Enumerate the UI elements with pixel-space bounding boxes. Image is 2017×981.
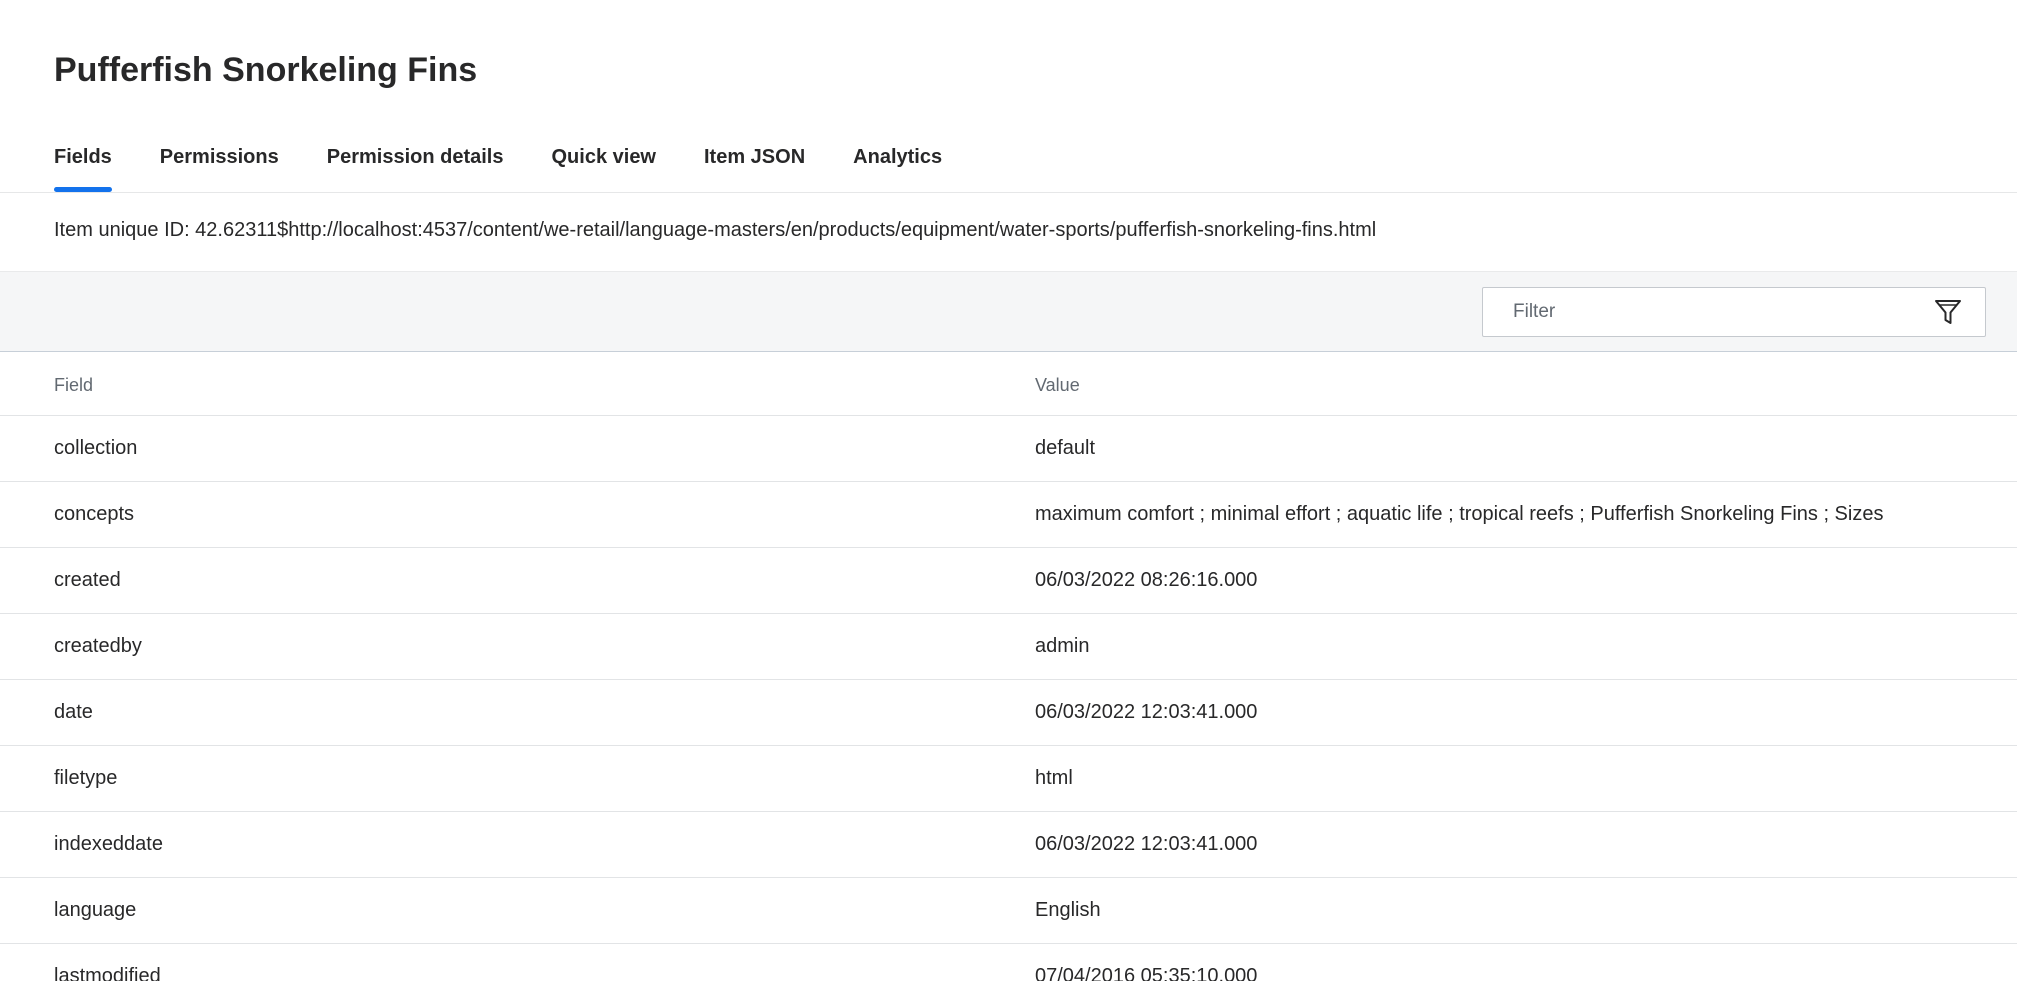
filter-box — [1482, 287, 1986, 337]
tab-item-json[interactable]: Item JSON — [704, 142, 805, 192]
field-name-cell: date — [0, 679, 1035, 746]
field-value-cell: html — [1035, 745, 2017, 812]
table-row: lastmodified 07/04/2016 05:35:10.000 — [0, 943, 2017, 981]
table-row: created 06/03/2022 08:26:16.000 — [0, 547, 2017, 614]
field-value-cell: 07/04/2016 05:35:10.000 — [1035, 943, 2017, 981]
field-name-cell: concepts — [0, 481, 1035, 548]
fields-table: Field Value collection default concepts … — [0, 352, 2017, 981]
field-value-cell: 06/03/2022 08:26:16.000 — [1035, 547, 2017, 614]
field-name-cell: lastmodified — [0, 943, 1035, 981]
tab-fields[interactable]: Fields — [54, 142, 112, 192]
page-title: Pufferfish Snorkeling Fins — [54, 51, 478, 89]
field-value-cell: English — [1035, 877, 2017, 944]
column-header-field[interactable]: Field — [0, 352, 1035, 416]
tab-permission-details[interactable]: Permission details — [327, 142, 504, 192]
field-value-cell: 06/03/2022 12:03:41.000 — [1035, 679, 2017, 746]
field-value-cell: maximum comfort ; minimal effort ; aquat… — [1035, 481, 2017, 548]
field-name-cell: createdby — [0, 613, 1035, 680]
tab-analytics[interactable]: Analytics — [853, 142, 942, 192]
field-value-cell: 06/03/2022 12:03:41.000 — [1035, 811, 2017, 878]
filter-input[interactable] — [1483, 288, 1925, 336]
table-row: indexeddate 06/03/2022 12:03:41.000 — [0, 811, 2017, 878]
page-header: Pufferfish Snorkeling Fins Fields Permis… — [0, 0, 2017, 192]
table-row: createdby admin — [0, 613, 2017, 680]
tab-bar: Fields Permissions Permission details Qu… — [54, 142, 1963, 192]
field-value-cell: default — [1035, 415, 2017, 482]
field-name-cell: filetype — [0, 745, 1035, 812]
table-row: filetype html — [0, 745, 2017, 812]
funnel-icon[interactable] — [1925, 289, 1971, 335]
table-row: concepts maximum comfort ; minimal effor… — [0, 481, 2017, 548]
field-value-cell: admin — [1035, 613, 2017, 680]
field-name-cell: collection — [0, 415, 1035, 482]
field-name-cell: created — [0, 547, 1035, 614]
table-row: collection default — [0, 415, 2017, 482]
table-toolbar — [0, 271, 2017, 352]
field-name-cell: indexeddate — [0, 811, 1035, 878]
column-header-value[interactable]: Value — [1035, 352, 2017, 416]
table-row: date 06/03/2022 12:03:41.000 — [0, 679, 2017, 746]
tab-permissions[interactable]: Permissions — [160, 142, 279, 192]
tab-quick-view[interactable]: Quick view — [552, 142, 657, 192]
field-name-cell: language — [0, 877, 1035, 944]
table-row: language English — [0, 877, 2017, 944]
item-unique-id: Item unique ID: 42.62311$http://localhos… — [54, 219, 1377, 241]
table-header-row: Field Value — [0, 352, 2017, 416]
